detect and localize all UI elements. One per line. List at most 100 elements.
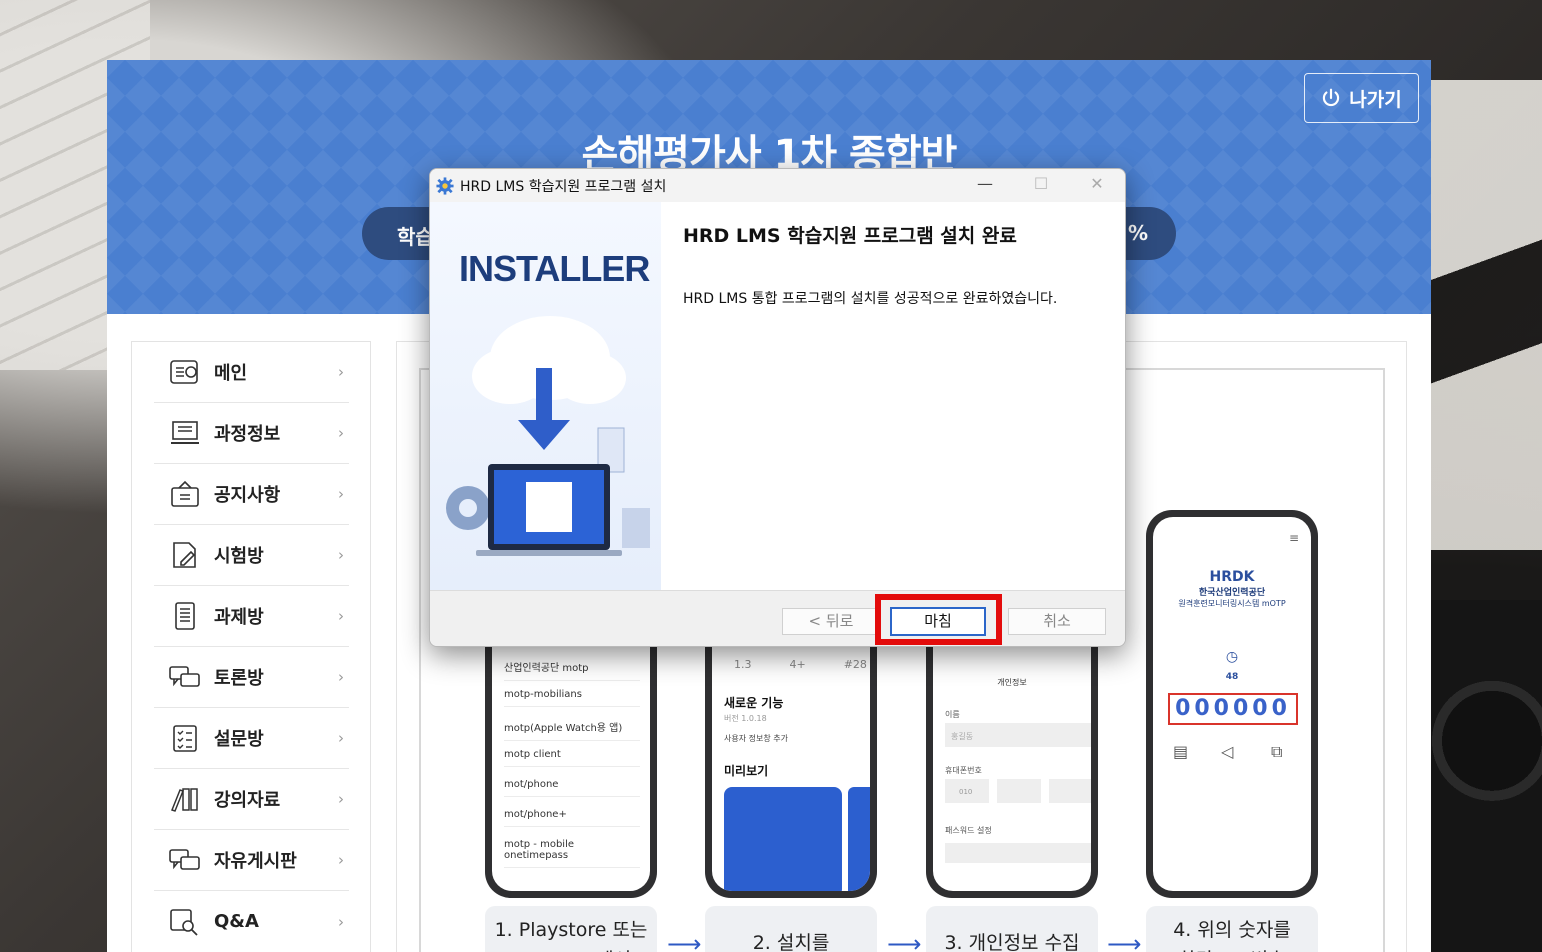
exam-icon <box>173 542 196 568</box>
phone-otp: ≡ HRDK 한국산업인력공단 원격훈련모니터링시스템 mOTP ◷ 48 00… <box>1146 510 1318 898</box>
step-1-box: 1. Playstore 또는 Appstore에서 <box>485 906 657 952</box>
preview-title: 미리보기 <box>724 764 769 778</box>
password-label: 패스워드 설정 <box>945 826 992 835</box>
update-note: 사용자 정보창 추가 <box>724 734 788 743</box>
preview-image <box>724 787 842 891</box>
progress-percent: % <box>1127 221 1148 245</box>
camera-photo <box>1417 600 1542 952</box>
sidebar-item-discussion[interactable]: 토론방 › <box>154 647 349 708</box>
dialog-footer: < 뒤로 마침 취소 <box>430 590 1125 646</box>
sidebar-item-free-board[interactable]: 자유게시판 › <box>154 830 349 891</box>
step-2-box: 2. 설치를 클릭해주세요 <box>705 906 877 952</box>
clock-icon: ◷ <box>1225 649 1239 665</box>
chevron-right-icon: › <box>338 546 344 564</box>
finish-highlight <box>875 594 1002 645</box>
cancel-button[interactable]: 취소 <box>1008 608 1106 635</box>
dialog-message: HRD LMS 통합 프로그램의 설치를 성공적으로 완료하였습니다. <box>683 291 1058 307</box>
app-rank: #28 <box>843 658 867 671</box>
installer-brand: INSTALLER <box>459 248 650 289</box>
chevron-right-icon: › <box>338 424 344 442</box>
maximize-button[interactable]: ☐ <box>1018 174 1064 196</box>
step-3-box: 3. 개인정보 수집 이용 동의서 입력 <box>926 906 1098 952</box>
sidebar-item-label: 공지사항 <box>214 485 281 506</box>
menu-icon: ≡ <box>1288 531 1299 545</box>
app-version: 버전 1.0.18 <box>724 714 767 723</box>
notice-icon <box>171 480 199 507</box>
exit-button[interactable]: 나가기 <box>1304 73 1419 123</box>
photos-photo <box>1412 80 1542 550</box>
megaphone-icon: ◁ <box>1221 742 1234 761</box>
qna-icon <box>170 908 198 936</box>
dialog-heading: HRD LMS 학습지원 프로그램 설치 완료 <box>683 225 1017 247</box>
chevron-right-icon: › <box>338 668 344 686</box>
sidebar-item-label: 메인 <box>214 363 248 384</box>
chevron-right-icon: › <box>338 363 344 381</box>
app-rating: 1.3 <box>734 658 752 671</box>
otp-timer: 48 <box>1225 672 1239 682</box>
chevron-right-icon: › <box>338 607 344 625</box>
sidebar-item-label: 시험방 <box>214 546 264 567</box>
step-3-text: 3. 개인정보 수집 이용 동의서 입력 <box>944 932 1080 952</box>
search-result: motp - mobile onetimepass <box>504 839 640 868</box>
sidebar-item-exam[interactable]: 시험방 › <box>154 525 349 586</box>
preview-image <box>848 787 870 891</box>
org-name: 한국산업인력공단 <box>1198 588 1266 598</box>
password-field <box>945 843 1091 863</box>
chevron-right-icon: › <box>338 729 344 747</box>
chevron-right-icon: › <box>338 485 344 503</box>
phone-middle-field <box>997 779 1041 803</box>
sidebar-item-label: 과정정보 <box>214 424 281 445</box>
discussion-icon <box>169 666 200 687</box>
sidebar-item-label: Q&A <box>214 911 259 932</box>
hrdk-logo-text: HRDK <box>1209 569 1255 585</box>
phone-prefix-field: 010 <box>945 779 989 803</box>
sidebar-item-course-info[interactable]: 과정정보 › <box>154 403 349 464</box>
board-icon <box>169 849 200 870</box>
arrow-right-icon: ⟶ <box>1107 930 1142 952</box>
sidebar-item-qna[interactable]: Q&A › <box>154 891 349 952</box>
section-title: 개인정보 <box>997 678 1027 687</box>
installer-banner: INSTALLER <box>430 202 661 590</box>
sidebar-item-main[interactable]: 메인 › <box>154 342 349 403</box>
minimize-button[interactable]: — <box>962 174 1008 196</box>
phone-screen: ≡ HRDK 한국산업인력공단 원격훈련모니터링시스템 mOTP ◷ 48 00… <box>1153 517 1311 891</box>
sidebar-item-assignment[interactable]: 과제방 › <box>154 586 349 647</box>
sidebar-item-label: 강의자료 <box>214 790 281 811</box>
hrdk-logo: HRDK 한국산업인력공단 원격훈련모니터링시스템 mOTP <box>1153 569 1311 609</box>
sidebar-item-label: 과제방 <box>214 607 264 628</box>
gear-icon <box>436 176 454 195</box>
main-icon <box>170 360 198 384</box>
phone-last-field <box>1049 779 1091 803</box>
close-button[interactable]: ✕ <box>1074 174 1120 196</box>
search-result: motp-mobilians <box>504 689 640 707</box>
dialog-title: HRD LMS 학습지원 프로그램 설치 <box>460 178 667 195</box>
back-button[interactable]: < 뒤로 <box>782 608 880 635</box>
name-label: 이름 <box>945 710 960 719</box>
step-2-text: 2. 설치를 클릭해주세요 <box>752 932 830 952</box>
dialog-titlebar[interactable]: HRD LMS 학습지원 프로그램 설치 — ☐ ✕ <box>430 169 1125 202</box>
search-result: 산업인력공단 motp <box>504 659 640 681</box>
dialog-body: INSTALLER HRD LMS 학습지원 프로그램 설치 완료 HRD LM… <box>430 202 1125 590</box>
sidebar-item-materials[interactable]: 강의자료 › <box>154 769 349 830</box>
step-1-text: 1. Playstore 또는 Appstore에서 <box>494 919 648 952</box>
sidebar-item-label: 설문방 <box>214 729 264 750</box>
monitor-icon <box>171 421 199 444</box>
search-result: mot/phone+ <box>504 809 640 827</box>
sidebar: 메인 › 과정정보 › 공지사항 › 시험방 › 과제방 › 토론방 › 설문방… <box>131 341 371 952</box>
new-feature-title: 새로운 기능 <box>724 696 784 710</box>
chevron-right-icon: › <box>338 851 344 869</box>
sidebar-item-label: 자유게시판 <box>214 851 297 872</box>
arrow-right-icon: ⟶ <box>667 930 702 952</box>
otp-code: 000000 <box>1168 693 1298 725</box>
download-illustration <box>446 316 650 556</box>
power-icon <box>1323 88 1340 107</box>
exit-label: 나가기 <box>1349 88 1402 111</box>
system-name: 원격훈련모니터링시스템 mOTP <box>1178 599 1286 608</box>
assignment-icon <box>175 602 195 630</box>
otp-list-icon: ▤ <box>1173 742 1189 761</box>
step-4-box: 4. 위의 숫자를 하단 otp번호 <box>1146 906 1318 952</box>
sidebar-item-notice[interactable]: 공지사항 › <box>154 464 349 525</box>
sidebar-item-survey[interactable]: 설문방 › <box>154 708 349 769</box>
chevron-right-icon: › <box>338 912 344 931</box>
books-icon <box>171 788 198 812</box>
